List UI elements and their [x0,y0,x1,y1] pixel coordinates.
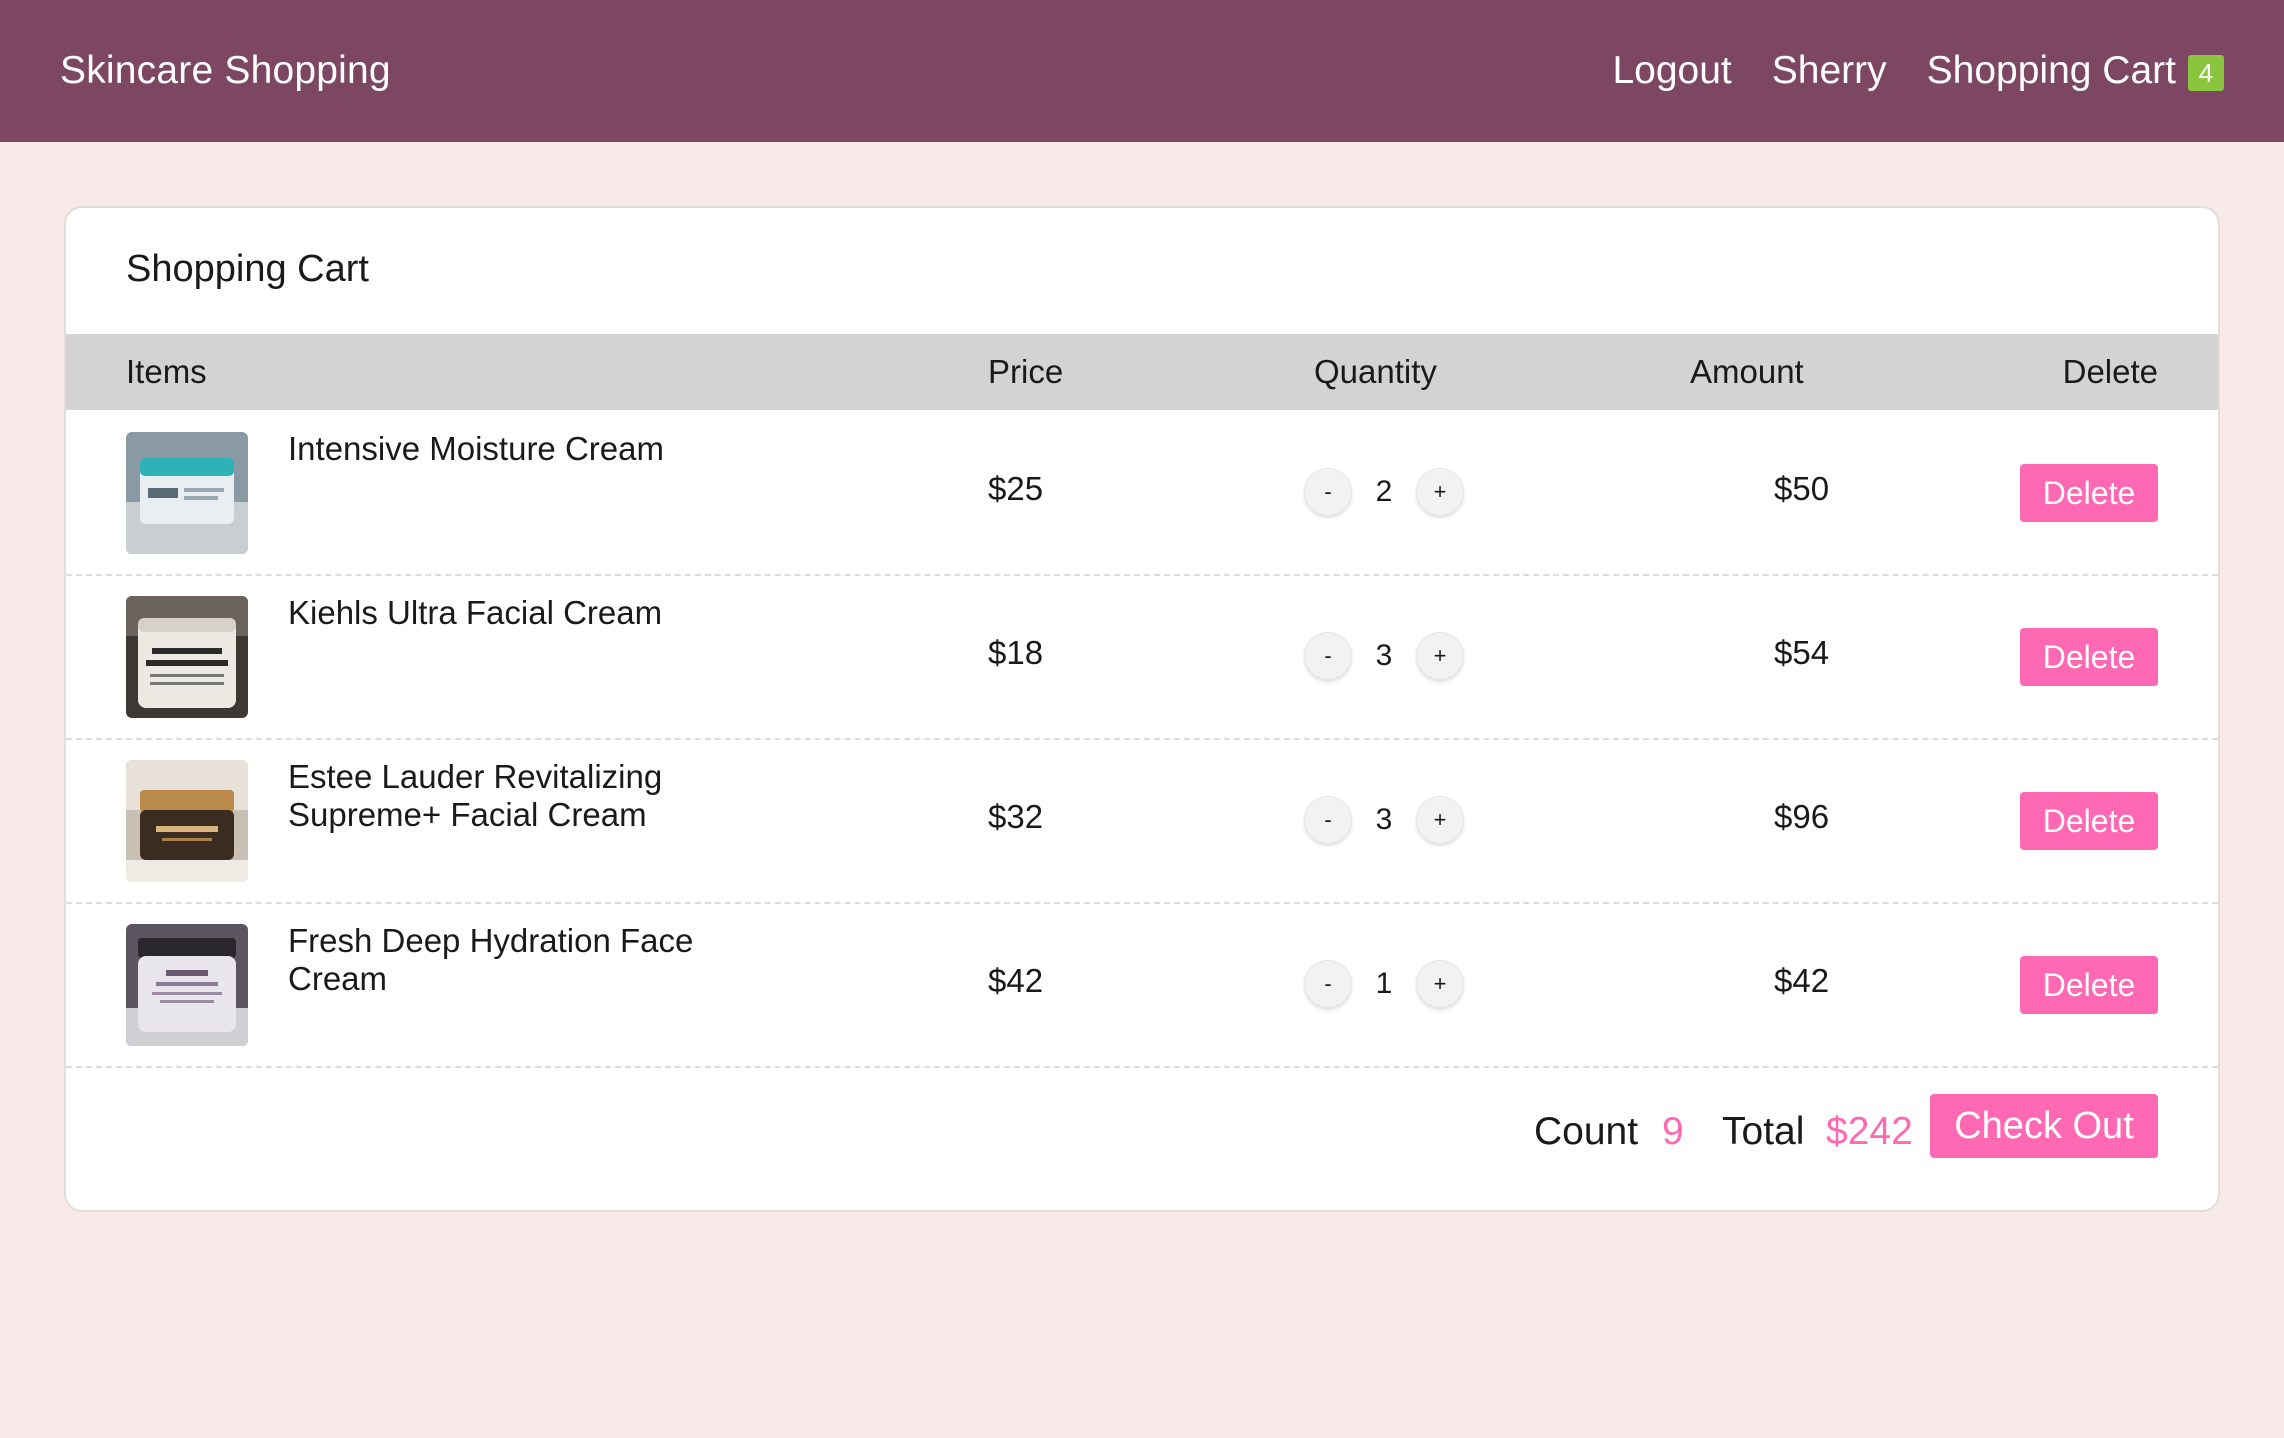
quantity-stepper: - 3 + [1304,631,1464,681]
decrease-quantity-button[interactable]: - [1304,632,1352,680]
brand-title[interactable]: Skincare Shopping [60,49,391,93]
product-name: Kiehls Ultra Facial Cream [288,594,663,631]
decrease-quantity-button[interactable]: - [1304,796,1352,844]
decrease-quantity-button[interactable]: - [1304,960,1352,1008]
table-row: Kiehls Ultra Facial Cream $18 - 3 + $54 … [66,576,2218,740]
table-header: Items Price Quantity Amount Delete [66,334,2218,410]
delete-button[interactable]: Delete [2020,956,2158,1014]
logout-link[interactable]: Logout [1612,49,1731,93]
header-delete: Delete [2062,353,2158,390]
product-image [126,924,248,1046]
quantity-value: 2 [1375,475,1393,508]
table-row: Intensive Moisture Cream $25 - 2 + $50 D… [66,412,2218,576]
total-label: Total [1722,1110,1805,1153]
increase-quantity-button[interactable]: + [1416,632,1464,680]
count-label: Count [1534,1110,1639,1153]
product-name: Fresh Deep Hydration Face Cream [288,922,694,997]
shopping-cart-label: Shopping Cart [1926,49,2176,92]
product-image [126,432,248,554]
increase-quantity-button[interactable]: + [1416,960,1464,1008]
line-amount: $96 [1774,798,1830,835]
quantity-stepper: - 1 + [1304,959,1464,1009]
quantity-stepper: - 2 + [1304,467,1464,517]
product-name: Intensive Moisture Cream [288,430,664,467]
panel-title: Shopping Cart [126,248,369,290]
shopping-cart-panel: Shopping Cart Items Price Quantity Amoun… [64,206,2220,1212]
header-quantity: Quantity [1314,353,1437,390]
quantity-stepper: - 3 + [1304,795,1464,845]
shopping-cart-link[interactable]: Shopping Cart 4 [1927,49,2224,93]
line-amount: $42 [1774,962,1830,999]
user-link[interactable]: Sherry [1772,49,1887,93]
product-name: Estee Lauder Revitalizing Supreme+ Facia… [288,758,663,833]
table-row: Fresh Deep Hydration Face Cream $42 - 1 … [66,904,2218,1068]
quantity-value: 3 [1375,803,1393,836]
checkout-button[interactable]: Check Out [1930,1094,2158,1158]
product-price: $18 [988,634,1044,671]
line-amount: $50 [1774,470,1830,507]
count-value: 9 [1662,1110,1684,1153]
delete-button[interactable]: Delete [2020,628,2158,686]
product-price: $25 [988,470,1044,507]
product-image [126,760,248,882]
table-row: Estee Lauder Revitalizing Supreme+ Facia… [66,740,2218,904]
increase-quantity-button[interactable]: + [1416,796,1464,844]
product-image [126,596,248,718]
delete-button[interactable]: Delete [2020,792,2158,850]
decrease-quantity-button[interactable]: - [1304,468,1352,516]
product-price: $42 [988,962,1044,999]
total-value: $242 [1826,1110,1913,1153]
cart-count-badge: 4 [2188,55,2224,91]
nav-links: Logout Sherry Shopping Cart 4 [1612,49,2224,93]
quantity-value: 1 [1375,967,1393,1000]
header-amount: Amount [1690,353,1804,390]
increase-quantity-button[interactable]: + [1416,468,1464,516]
line-amount: $54 [1774,634,1830,671]
top-navbar: Skincare Shopping Logout Sherry Shopping… [0,0,2284,142]
product-price: $32 [988,798,1044,835]
delete-button[interactable]: Delete [2020,464,2158,522]
header-price: Price [988,353,1064,390]
header-items: Items [126,353,207,390]
cart-summary: Count 9 Total $242 Check Out [66,1088,2218,1178]
quantity-value: 3 [1375,639,1393,672]
